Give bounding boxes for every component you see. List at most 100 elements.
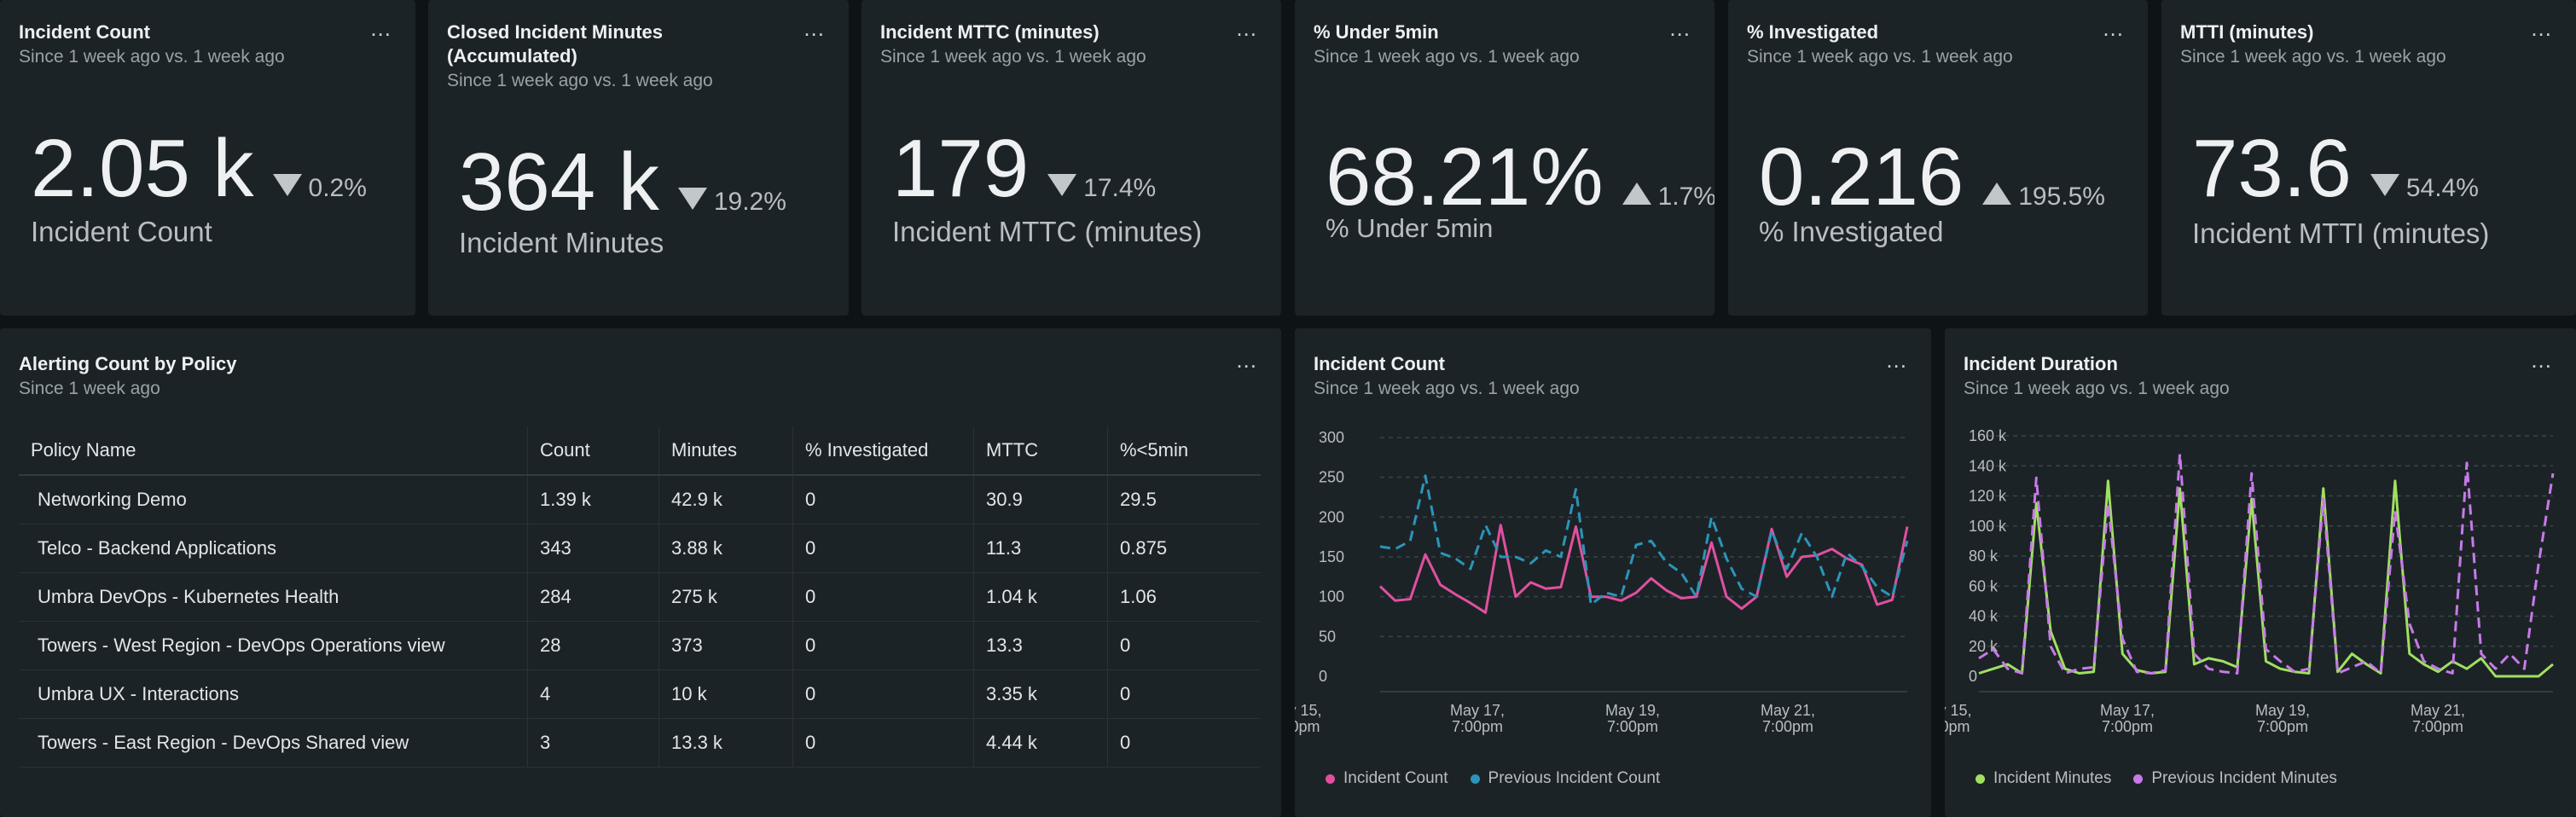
legend-label: Previous Incident Count <box>1488 769 1661 787</box>
chart-legend: Incident Count Previous Incident Count <box>1326 769 1660 788</box>
more-options-icon[interactable]: ... <box>1236 349 1257 371</box>
trend-down-icon <box>1047 174 1077 196</box>
table-row[interactable]: Umbra UX - Interactions 4 10 k 0 3.35 k … <box>19 669 1261 719</box>
column-header-mttc[interactable]: MTTC <box>973 426 1108 476</box>
table-row[interactable]: Towers - East Region - DevOps Shared vie… <box>19 718 1261 768</box>
incident-count-chart-card: 300 250 200 150 100 50 0 y 15,0pm May 17,7:00pm M… <box>1295 328 1931 817</box>
kpi-value-row: 364 k 19.2% <box>459 142 786 223</box>
x-tick-label: May 17, 7:00pm <box>2100 702 2155 735</box>
trend-down-icon <box>2370 174 2399 196</box>
card-title: % Investigated <box>1747 21 1879 43</box>
cell-policy-name: Umbra DevOps - Kubernetes Health <box>19 572 528 622</box>
cell-investigated: 0 <box>792 669 974 719</box>
card-subtitle: Since 1 week ago vs. 1 week ago <box>1964 379 2230 398</box>
more-options-icon[interactable]: ... <box>370 17 392 39</box>
trend-up-icon <box>1622 183 1651 205</box>
cell-under-5min: 0 <box>1107 669 1261 719</box>
column-header-policy-name[interactable]: Policy Name <box>19 426 528 476</box>
legend-label: Previous Incident Minutes <box>2151 769 2337 787</box>
cell-investigated: 0 <box>792 621 974 670</box>
trend-down-icon <box>272 174 302 196</box>
cell-mttc: 3.35 k <box>973 669 1108 719</box>
cell-investigated: 0 <box>792 572 974 622</box>
card-title: Incident Duration <box>1964 353 2118 374</box>
legend-item-incident-count[interactable]: Incident Count <box>1326 769 1448 788</box>
cell-minutes: 3.88 k <box>659 524 793 573</box>
cell-count: 284 <box>527 572 659 622</box>
series-line-incident-count <box>1378 524 1909 614</box>
kpi-card-incident-mttc: Incident MTTC (minutes) Since 1 week ago… <box>862 0 1281 316</box>
legend-label: Incident Count <box>1343 769 1448 787</box>
y-tick-label: 150 <box>1319 548 1344 565</box>
cell-count: 4 <box>527 669 659 719</box>
legend-item-previous-incident-minutes[interactable]: Previous Incident Minutes <box>2133 769 2337 788</box>
y-tick-label: 160 k <box>1969 427 2007 444</box>
y-tick-label: 0 <box>1319 668 1327 685</box>
table-row[interactable]: Networking Demo 1.39 k 42.9 k 0 30.9 29.… <box>19 475 1261 524</box>
kpi-value-row: 179 17.4% <box>892 128 1156 210</box>
policy-table: Policy Name Count Minutes % Investigated… <box>19 426 1261 768</box>
cell-mttc: 1.04 k <box>973 572 1108 622</box>
card-subtitle: Since 1 week ago vs. 1 week ago <box>447 71 713 90</box>
kpi-value: 73.6 <box>2192 123 2352 214</box>
cell-policy-name: Towers - East Region - DevOps Shared vie… <box>19 718 528 768</box>
more-options-icon[interactable]: ... <box>804 17 825 39</box>
cell-under-5min: 0.875 <box>1107 524 1261 573</box>
incident-count-chart[interactable]: 300 250 200 150 100 50 0 y 15,0pm May 17,7:00pm M… <box>1295 328 1931 817</box>
table-header-row: Policy Name Count Minutes % Investigated… <box>19 426 1261 476</box>
column-header-investigated[interactable]: % Investigated <box>792 426 974 476</box>
card-subtitle: Since 1 week ago vs. 1 week ago <box>1314 47 1580 67</box>
column-header-minutes[interactable]: Minutes <box>659 426 793 476</box>
cell-mttc: 11.3 <box>973 524 1108 573</box>
more-options-icon[interactable]: ... <box>1886 349 1907 371</box>
kpi-value: 179 <box>892 123 1030 214</box>
kpi-change: 1.7% <box>1657 183 1714 211</box>
more-options-icon[interactable]: ... <box>2103 17 2124 39</box>
x-tick-label: y 15,0pm <box>1295 702 1322 735</box>
cell-investigated: 0 <box>792 718 974 768</box>
cell-under-5min: 29.5 <box>1107 475 1261 524</box>
card-subtitle: Since 1 week ago vs. 1 week ago <box>2180 47 2446 67</box>
more-options-icon[interactable]: ... <box>2531 17 2552 39</box>
legend-item-incident-minutes[interactable]: Incident Minutes <box>1976 769 2111 788</box>
kpi-change: 54.4% <box>2405 174 2479 202</box>
kpi-card-closed-incident-minutes: Closed Incident Minutes (Accumulated) Si… <box>428 0 849 316</box>
column-header-under-5min[interactable]: %<5min <box>1107 426 1261 476</box>
kpi-value-row: 68.21% 1.7% <box>1326 136 1714 218</box>
card-subtitle: Since 1 week ago vs. 1 week ago <box>1314 379 1580 398</box>
kpi-change: 0.2% <box>308 174 367 202</box>
kpi-value: 2.05 k <box>31 123 254 214</box>
y-tick-label: 120 k <box>1969 488 2007 505</box>
x-tick-label: May 21, 7:00pm <box>1761 702 1815 735</box>
kpi-label: Incident Count <box>31 216 212 247</box>
kpi-label: % Investigated <box>1759 216 1944 247</box>
card-subtitle: Since 1 week ago vs. 1 week ago <box>1747 47 2013 67</box>
cell-minutes: 10 k <box>659 669 793 719</box>
card-title: Incident MTTC (minutes) <box>880 21 1099 43</box>
incident-duration-chart[interactable]: 160 k140 k120 k100 k80 k60 k40 k20 k0y 1… <box>1945 328 2576 817</box>
cell-count: 1.39 k <box>527 475 659 524</box>
incident-duration-chart-card: 160 k140 k120 k100 k80 k60 k40 k20 k0y 1… <box>1945 328 2576 817</box>
y-tick-label: 40 k <box>1969 608 1999 625</box>
more-options-icon[interactable]: ... <box>2531 349 2552 371</box>
more-options-icon[interactable]: ... <box>1669 17 1691 39</box>
table-row[interactable]: Umbra DevOps - Kubernetes Health 284 275… <box>19 572 1261 622</box>
y-tick-label: 100 k <box>1969 518 2007 535</box>
legend-dot <box>1976 774 1985 784</box>
table-row[interactable]: Telco - Backend Applications 343 3.88 k … <box>19 524 1261 573</box>
cell-under-5min: 0 <box>1107 621 1261 670</box>
legend-dot <box>2133 774 2144 784</box>
y-tick-label: 0 <box>1969 668 1977 685</box>
y-tick-label: 60 k <box>1969 577 1999 594</box>
x-tick-label: May 21, 7:00pm <box>2411 702 2465 735</box>
series-line-previous-incident-minutes <box>1978 452 2555 675</box>
legend-item-previous-incident-count[interactable]: Previous Incident Count <box>1470 769 1661 788</box>
legend-dot <box>1470 774 1480 784</box>
table-row[interactable]: Towers - West Region - DevOps Operations… <box>19 621 1261 670</box>
kpi-value-row: 73.6 54.4% <box>2192 128 2479 210</box>
x-tick-label: y 15,0pm <box>1945 702 1972 735</box>
column-header-count[interactable]: Count <box>527 426 659 476</box>
more-options-icon[interactable]: ... <box>1236 17 1257 39</box>
y-tick-label: 250 <box>1319 469 1344 486</box>
kpi-card-under-5min: % Under 5min Since 1 week ago vs. 1 week… <box>1295 0 1714 316</box>
